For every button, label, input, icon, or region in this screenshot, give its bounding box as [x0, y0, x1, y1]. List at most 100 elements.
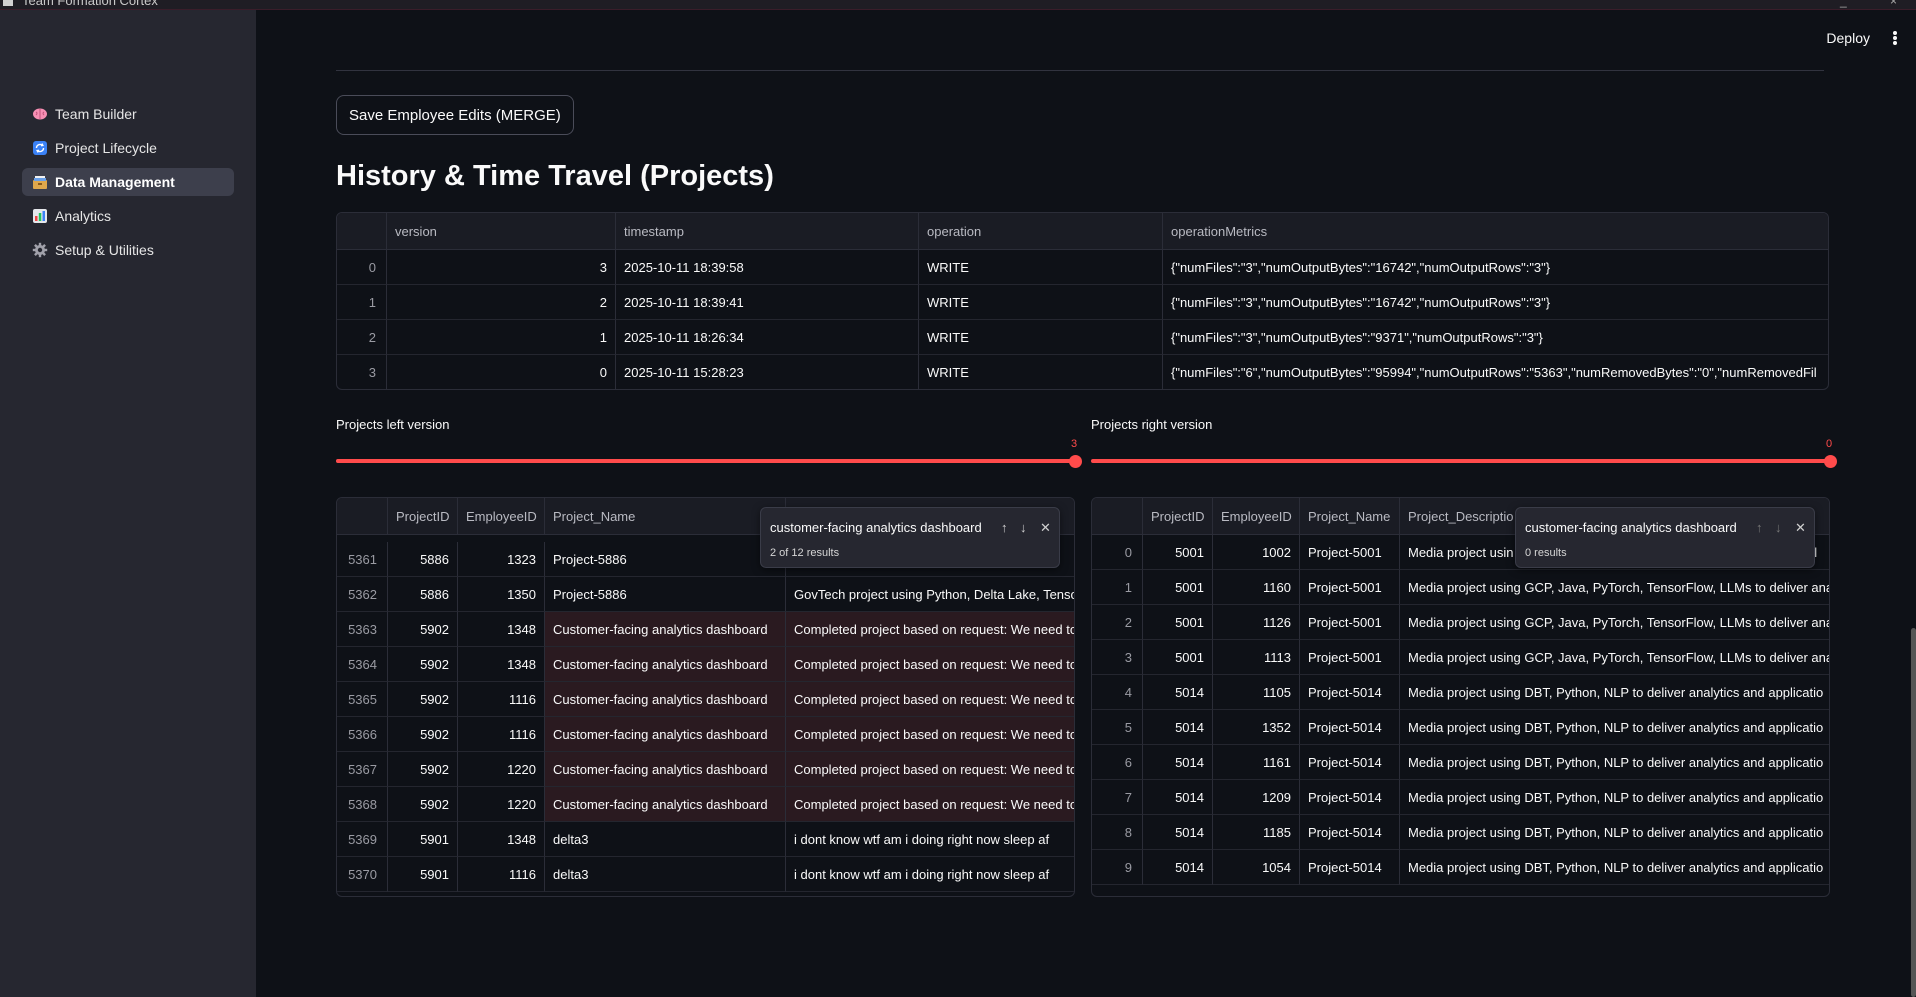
row-index[interactable]: 5364	[337, 647, 388, 682]
table-cell[interactable]: Project-5014	[1300, 745, 1400, 780]
table-cell[interactable]: 2025-10-11 18:39:41	[616, 285, 919, 320]
minimize-icon[interactable]: _	[1840, 0, 1847, 8]
table-cell[interactable]: 5014	[1143, 675, 1213, 710]
table-cell[interactable]: 5001	[1143, 640, 1213, 675]
row-index[interactable]: 3	[337, 355, 387, 389]
table-cell[interactable]: Customer-facing analytics dashboard	[545, 647, 786, 682]
table-cell[interactable]: 5886	[388, 577, 458, 612]
table-cell[interactable]: Project-5886	[545, 577, 786, 612]
table-cell[interactable]: Media project using GCP, Java, PyTorch, …	[1400, 640, 1829, 675]
table-cell[interactable]: 1105	[1213, 675, 1300, 710]
deploy-button[interactable]: Deploy	[1826, 30, 1870, 46]
search-next-icon[interactable]: ↓	[1775, 520, 1782, 535]
table-cell[interactable]: Project-5001	[1300, 570, 1400, 605]
table-cell[interactable]: 2025-10-11 15:28:23	[616, 355, 919, 389]
right-table-search-box[interactable]: customer-facing analytics dashboard ↑ ↓ …	[1515, 507, 1815, 568]
table-cell[interactable]: 1113	[1213, 640, 1300, 675]
row-index[interactable]: 3	[1092, 640, 1143, 675]
column-header[interactable]: ProjectID	[1143, 498, 1213, 535]
table-cell[interactable]: delta3	[545, 857, 786, 892]
left-slider-thumb[interactable]	[1069, 455, 1082, 468]
table-cell[interactable]: Project-5001	[1300, 640, 1400, 675]
row-index[interactable]: 5366	[337, 717, 388, 752]
table-cell[interactable]: Media project using GCP, Java, PyTorch, …	[1400, 570, 1829, 605]
table-cell[interactable]: Media project using DBT, Python, NLP to …	[1400, 745, 1829, 780]
table-cell[interactable]: Completed project based on request: We n…	[786, 647, 1074, 682]
table-cell[interactable]: 1116	[458, 682, 545, 717]
search-prev-icon[interactable]: ↑	[1756, 520, 1763, 535]
row-index[interactable]: 5368	[337, 787, 388, 822]
table-cell[interactable]: Completed project based on request: We n…	[786, 682, 1074, 717]
table-cell[interactable]: 0	[387, 355, 616, 389]
table-cell[interactable]: 1348	[458, 612, 545, 647]
table-cell[interactable]: 5902	[388, 752, 458, 787]
table-cell[interactable]: 5014	[1143, 745, 1213, 780]
sidebar-item-data-management[interactable]: Data Management	[22, 168, 234, 196]
table-cell[interactable]: GovTech project using Python, Delta Lake…	[786, 577, 1074, 612]
table-cell[interactable]: WRITE	[919, 250, 1163, 285]
table-cell[interactable]: 1323	[458, 542, 545, 577]
row-index[interactable]: 5367	[337, 752, 388, 787]
table-cell[interactable]: 1209	[1213, 780, 1300, 815]
sidebar-item-team-builder[interactable]: Team Builder	[22, 100, 234, 128]
row-index[interactable]: 4	[1092, 675, 1143, 710]
right-slider-track[interactable]	[1091, 459, 1830, 463]
table-cell[interactable]: 1160	[1213, 570, 1300, 605]
table-cell[interactable]: 3	[387, 250, 616, 285]
left-table-search-box[interactable]: customer-facing analytics dashboard ↑ ↓ …	[760, 507, 1060, 568]
table-cell[interactable]: Project-5014	[1300, 850, 1400, 885]
table-cell[interactable]: 1220	[458, 752, 545, 787]
search-query[interactable]: customer-facing analytics dashboard	[1525, 520, 1737, 535]
page-scrollbar[interactable]	[1911, 628, 1916, 997]
table-cell[interactable]: Project-5886	[545, 542, 786, 577]
sidebar-item-project-lifecycle[interactable]: Project Lifecycle	[22, 134, 234, 162]
search-close-icon[interactable]: ✕	[1795, 520, 1806, 536]
table-cell[interactable]: 1348	[458, 822, 545, 857]
table-cell[interactable]: {"numFiles":"3","numOutputBytes":"16742"…	[1163, 250, 1828, 285]
table-cell[interactable]: Completed project based on request: We n…	[786, 752, 1074, 787]
table-cell[interactable]: 1	[387, 320, 616, 355]
row-index[interactable]: 5363	[337, 612, 388, 647]
column-header[interactable]: Project_Name	[545, 498, 786, 535]
table-cell[interactable]: 5001	[1143, 535, 1213, 570]
table-cell[interactable]: 1116	[458, 717, 545, 752]
column-header[interactable]	[1092, 498, 1143, 535]
table-cell[interactable]: WRITE	[919, 285, 1163, 320]
column-header[interactable]: version	[387, 213, 616, 250]
search-close-icon[interactable]: ✕	[1040, 520, 1051, 536]
column-header[interactable]: timestamp	[616, 213, 919, 250]
table-cell[interactable]: Customer-facing analytics dashboard	[545, 612, 786, 647]
table-cell[interactable]: WRITE	[919, 320, 1163, 355]
table-cell[interactable]: 1126	[1213, 605, 1300, 640]
column-header[interactable]: EmployeeID	[1213, 498, 1300, 535]
table-cell[interactable]: WRITE	[919, 355, 1163, 389]
table-cell[interactable]: Completed project based on request: We n…	[786, 787, 1074, 822]
table-cell[interactable]: {"numFiles":"3","numOutputBytes":"9371",…	[1163, 320, 1828, 355]
row-index[interactable]: 2	[337, 320, 387, 355]
row-index[interactable]: 0	[337, 250, 387, 285]
sidebar-item-analytics[interactable]: Analytics	[22, 202, 234, 230]
row-index[interactable]: 1	[337, 285, 387, 320]
table-cell[interactable]: 1220	[458, 787, 545, 822]
table-cell[interactable]: 1352	[1213, 710, 1300, 745]
table-cell[interactable]: 5902	[388, 612, 458, 647]
column-header[interactable]: operationMetrics	[1163, 213, 1828, 250]
column-header[interactable]	[337, 213, 387, 250]
table-cell[interactable]: {"numFiles":"6","numOutputBytes":"95994"…	[1163, 355, 1828, 389]
table-cell[interactable]: Project-5014	[1300, 710, 1400, 745]
table-cell[interactable]: 1116	[458, 857, 545, 892]
row-index[interactable]: 8	[1092, 815, 1143, 850]
table-cell[interactable]: 5886	[388, 542, 458, 577]
table-cell[interactable]: 1348	[458, 647, 545, 682]
row-index[interactable]: 5361	[337, 542, 388, 577]
table-cell[interactable]: i dont know wtf am i doing right now sle…	[786, 822, 1074, 857]
table-cell[interactable]: Customer-facing analytics dashboard	[545, 682, 786, 717]
table-cell[interactable]: {"numFiles":"3","numOutputBytes":"16742"…	[1163, 285, 1828, 320]
column-header[interactable]	[337, 498, 388, 535]
table-cell[interactable]: 2025-10-11 18:26:34	[616, 320, 919, 355]
column-header[interactable]: ProjectID	[388, 498, 458, 535]
table-cell[interactable]: Media project using DBT, Python, NLP to …	[1400, 780, 1829, 815]
table-cell[interactable]: 5901	[388, 822, 458, 857]
column-header[interactable]: Project_Name	[1300, 498, 1400, 535]
table-cell[interactable]: Customer-facing analytics dashboard	[545, 717, 786, 752]
